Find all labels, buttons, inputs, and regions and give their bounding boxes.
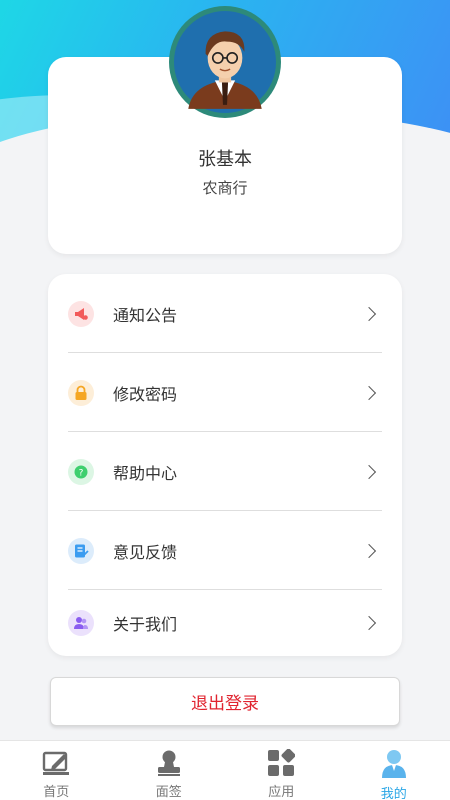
menu-card: 通知公告 修改密码 ? 帮助中心 意见反馈 关于我们 [48,274,402,656]
menu-item-label: 修改密码 [113,384,178,404]
chevron-right-icon [361,306,377,321]
menu-item-help-center[interactable]: ? 帮助中心 [68,432,382,511]
menu-item-about-us[interactable]: 关于我们 [68,590,382,656]
tab-home[interactable]: 首页 [0,741,113,800]
tab-apps[interactable]: 应用 [225,741,338,800]
chevron-right-icon [361,385,377,400]
tab-label: 应用 [268,785,295,800]
lock-icon [68,379,94,406]
user-organization: 农商行 [202,179,248,197]
menu-item-change-password[interactable]: 修改密码 [68,353,382,432]
logout-button[interactable]: 退出登录 [50,677,400,726]
apps-icon [266,749,296,777]
chevron-right-icon [361,615,377,631]
user-icon [379,749,409,779]
menu-item-notices[interactable]: 通知公告 [68,274,382,353]
menu-item-feedback[interactable]: 意见反馈 [68,511,382,590]
megaphone-icon [68,300,94,327]
users-icon [68,610,94,636]
tab-label: 面签 [155,785,182,800]
tab-face-sign[interactable]: 面签 [113,741,226,800]
edit-icon [41,749,71,777]
bottom-tab-bar: 首页 面签 应用 我的 [0,740,450,800]
chevron-right-icon [361,543,377,558]
avatar[interactable] [169,6,281,118]
svg-text:?: ? [79,468,84,478]
menu-item-label: 关于我们 [113,615,178,634]
tab-label: 首页 [43,785,70,800]
user-name: 张基本 [198,149,252,170]
help-icon: ? [68,458,94,485]
tab-mine[interactable]: 我的 [338,741,450,800]
menu-item-label: 意见反馈 [113,542,178,562]
avatar-portrait-icon [174,11,276,113]
feedback-icon [68,537,94,564]
stamp-icon [154,749,184,777]
menu-item-label: 帮助中心 [113,463,178,483]
chevron-right-icon [361,464,377,479]
menu-item-label: 通知公告 [113,305,178,325]
tab-label: 我的 [380,787,407,800]
